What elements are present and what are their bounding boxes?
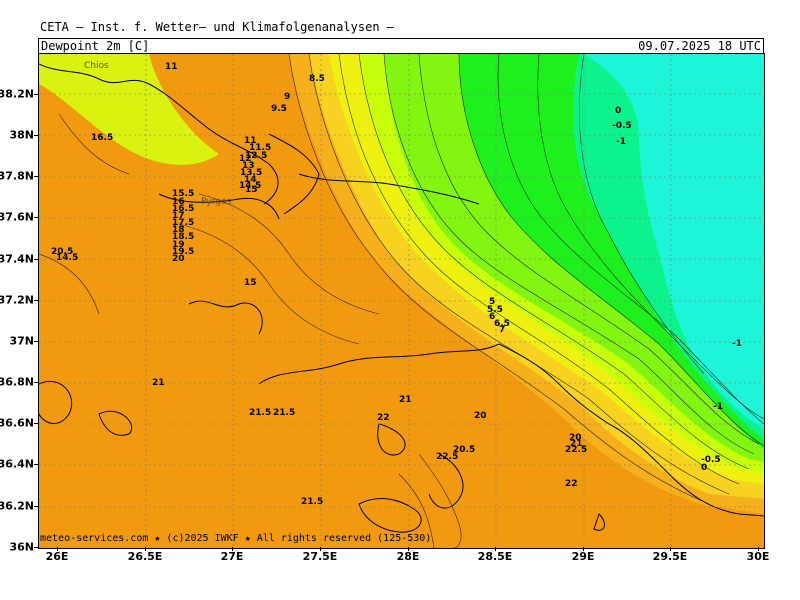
lat-label: 37.4N <box>0 252 34 266</box>
contour-label: 21.5 <box>249 408 271 418</box>
lat-label: 38N <box>9 128 34 142</box>
lat-tick <box>34 259 38 260</box>
lat-tick <box>34 300 38 301</box>
lon-tick <box>670 547 671 551</box>
contour-label: -1 <box>616 137 626 147</box>
lon-label: 26.5E <box>127 550 163 563</box>
contour-label: 14.5 <box>56 253 78 263</box>
contour-label: 16.5 <box>91 133 113 143</box>
lat-label: 36.2N <box>0 499 34 513</box>
contour-label: -0.5 <box>612 121 632 131</box>
contour-label: 0 <box>701 463 707 473</box>
contour-label: 8.5 <box>309 74 325 84</box>
place-label-chios: Chios <box>84 61 109 71</box>
lat-label: 37.2N <box>0 293 34 307</box>
lat-tick <box>34 135 38 136</box>
lat-label: 37N <box>9 334 34 348</box>
lat-tick <box>34 464 38 465</box>
valid-time-label: 09.07.2025 18 UTC <box>638 39 761 53</box>
lat-label: 36N <box>9 540 34 554</box>
lon-label: 27E <box>220 550 244 563</box>
contour-label: 21 <box>570 439 583 449</box>
lon-tick <box>758 547 759 551</box>
lon-tick <box>495 547 496 551</box>
lon-tick <box>232 547 233 551</box>
contour-label: -1 <box>713 402 723 412</box>
lat-tick <box>34 382 38 383</box>
contour-label: 22 <box>377 413 390 423</box>
lon-label: 26E <box>45 550 69 563</box>
contour-label: 15 <box>244 278 257 288</box>
map-header-bar: Dewpoint 2m [C] 09.07.2025 18 UTC <box>38 38 764 54</box>
lat-label: 36.4N <box>0 457 34 471</box>
lat-label: 36.8N <box>0 375 34 389</box>
lon-label: 29E <box>571 550 595 563</box>
place-label-pyrgos: Pyrgos <box>201 197 232 207</box>
contour-label: 11 <box>165 62 178 72</box>
contour-label: 21 <box>399 395 412 405</box>
contour-label: 21.5 <box>273 408 295 418</box>
lat-tick <box>34 506 38 507</box>
map-canvas: Chios Pyrgos 118.599.516.5 1111.51212.513… <box>39 54 764 548</box>
contour-label: 22 <box>565 479 578 489</box>
lat-tick <box>34 176 38 177</box>
lon-tick <box>320 547 321 551</box>
contour-label: 9.5 <box>271 104 287 114</box>
lat-tick <box>34 217 38 218</box>
contour-label: 21 <box>152 378 165 388</box>
contour-label: -1 <box>732 339 742 349</box>
contour-label: 20 <box>474 411 487 421</box>
contour-label: 20.5 <box>453 445 475 455</box>
lat-label: 37.8N <box>0 169 34 183</box>
lon-label: 30E <box>746 550 770 563</box>
lon-label: 27.5E <box>302 550 338 563</box>
contour-label: 21.5 <box>301 497 323 507</box>
lon-label: 28E <box>396 550 420 563</box>
contour-label: 7 <box>499 325 505 335</box>
copyright-credit: meteo-services.com ★ (c)2025 IWKF ★ All … <box>40 533 432 544</box>
contour-label: 9 <box>284 92 290 102</box>
lat-label: 36.6N <box>0 416 34 430</box>
contour-label: 12.5 <box>245 151 267 161</box>
lat-tick <box>34 341 38 342</box>
contour-label: 20 <box>172 254 185 264</box>
dewpoint-map: Chios Pyrgos 11 8.5 9 9.5 16.5 11 11.5 12 12.5 13… <box>38 53 765 549</box>
lon-label: 28.5E <box>477 550 513 563</box>
lat-tick <box>34 94 38 95</box>
lat-label: 37.6N <box>0 210 34 224</box>
lon-tick <box>145 547 146 551</box>
lon-label: 29.5E <box>652 550 688 563</box>
contour-label: 15 <box>245 185 258 195</box>
lat-label: 38.2N <box>0 87 34 101</box>
lat-tick <box>34 423 38 424</box>
variable-label: Dewpoint 2m [C] <box>41 39 150 53</box>
lon-tick <box>408 547 409 551</box>
contour-label: 0 <box>615 106 621 116</box>
lat-tick <box>34 547 38 548</box>
lon-tick <box>583 547 584 551</box>
lon-tick <box>57 547 58 551</box>
model-title: CETA — Inst. f. Wetter— und Klimafolgena… <box>40 20 395 34</box>
